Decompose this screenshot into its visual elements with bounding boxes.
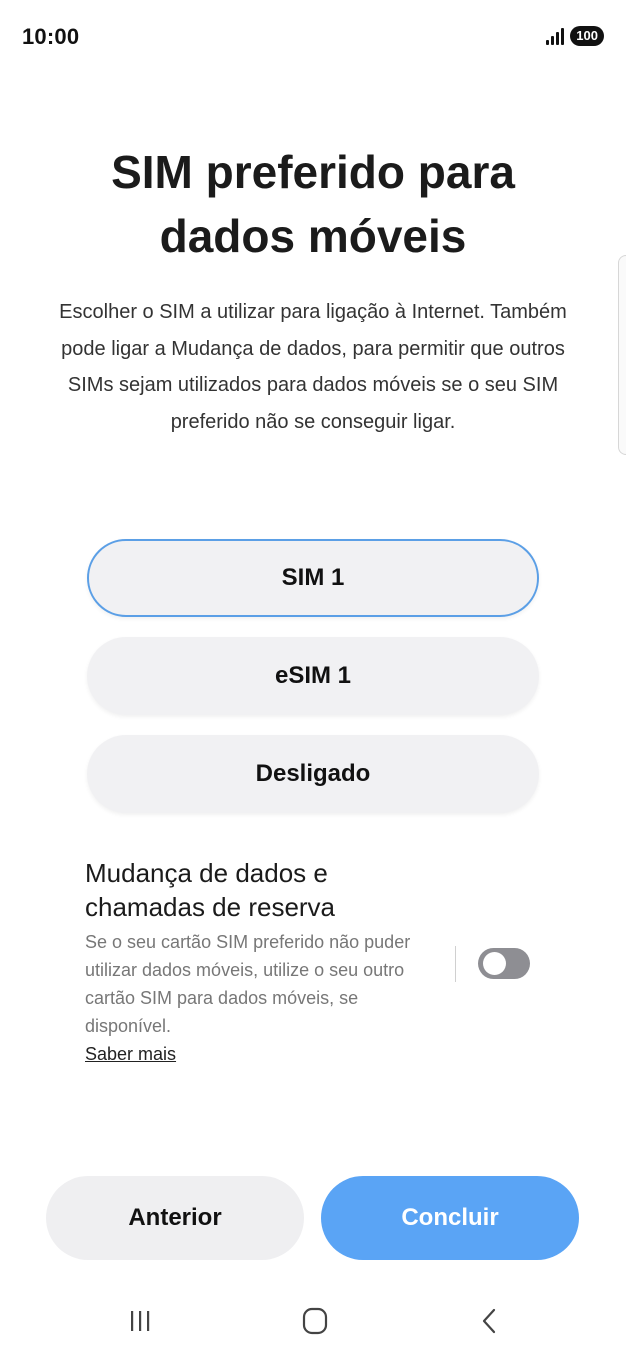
home-icon[interactable] [295,1306,335,1336]
status-icons: 100 [546,26,604,46]
page-description: Escolher o SIM a utilizar para ligação à… [59,301,567,433]
signal-icon [546,27,565,45]
option-esim-1[interactable]: eSIM 1 [87,637,539,715]
status-time: 10:00 [22,24,80,49]
back-icon[interactable] [470,1306,510,1336]
option-off[interactable]: Desligado [87,735,539,813]
back-button[interactable]: Anterior [46,1176,304,1260]
data-switch-setting[interactable]: Mudança de dados e chamadas de reserva S… [85,856,535,1065]
screen: 10:00 100 SIM preferido para dados móvei… [0,0,626,1358]
data-switch-toggle[interactable] [478,948,530,979]
battery-icon: 100 [570,26,604,46]
status-bar: 10:00 100 [0,0,626,78]
option-sim-1[interactable]: SIM 1 [87,539,539,617]
page-title: SIM preferido para dados móveis [111,146,515,262]
setting-title: Mudança de dados e chamadas de reserva [85,858,336,922]
navigation-bar [0,1296,626,1346]
learn-more-link[interactable]: Saber mais [85,1044,176,1065]
toggle-knob [483,952,506,975]
done-button[interactable]: Concluir [321,1176,579,1260]
recents-icon[interactable] [120,1306,160,1336]
setting-divider [455,946,456,982]
setting-description: Se o seu cartão SIM preferido não puder … [85,932,411,1036]
edge-panel-handle[interactable] [618,255,626,455]
